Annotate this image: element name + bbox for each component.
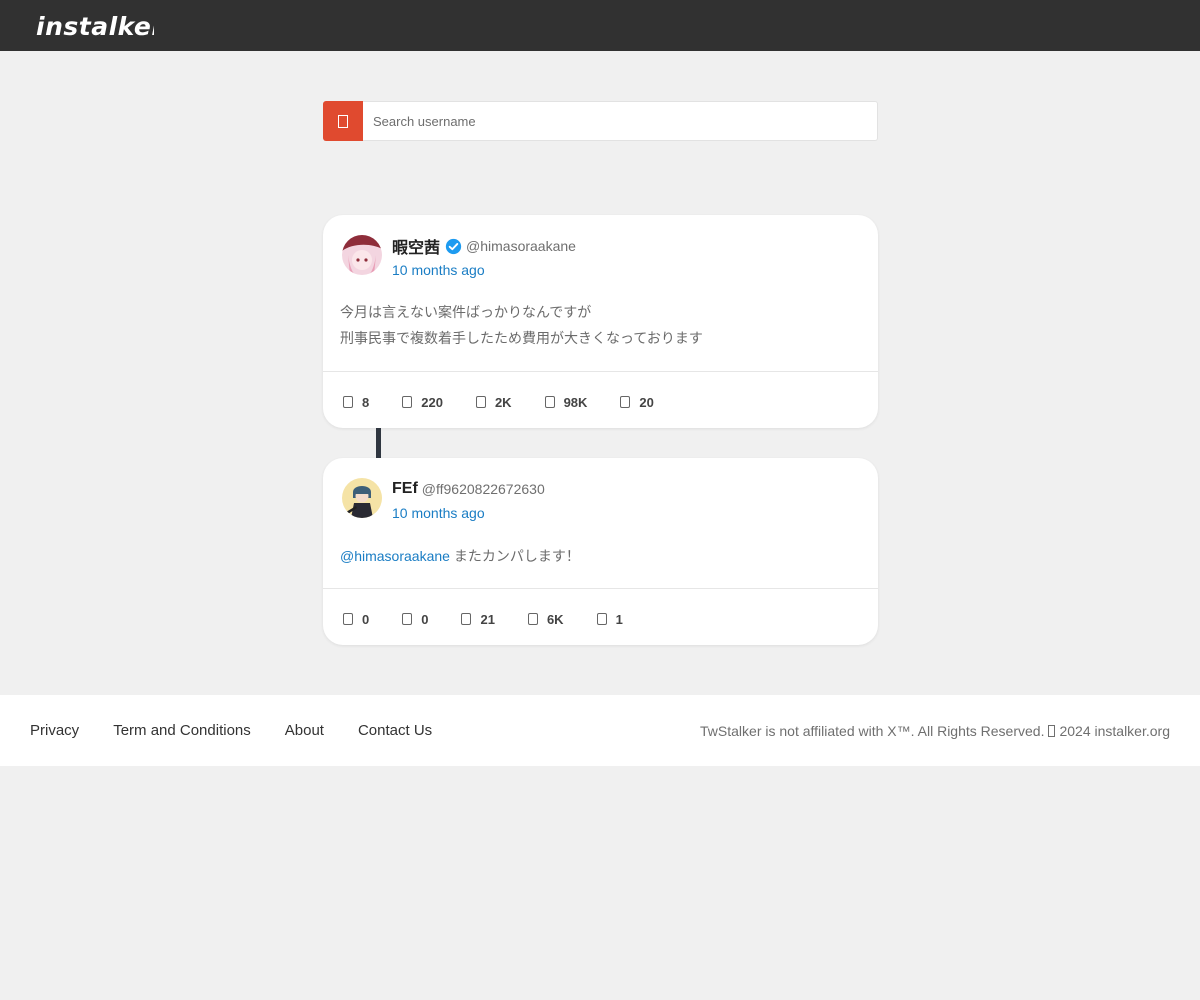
copyright-icon [1048, 725, 1056, 737]
footer-link-contact[interactable]: Contact Us [358, 722, 432, 739]
bookmark-icon [620, 396, 631, 408]
divider [323, 371, 878, 372]
tweet-text-line: 今月は言えない案件ばっかりなんですが [340, 304, 592, 320]
thread-connector [376, 428, 381, 458]
stat-bookmarks[interactable]: 20 [620, 394, 654, 410]
avatar[interactable] [342, 235, 382, 275]
mention-link[interactable]: @himasoraakane [340, 548, 450, 564]
tweet-text-line: 刑事民事で複数着手したため費用が大きくなっております [340, 330, 703, 346]
stat-value: 0 [362, 611, 370, 627]
stat-retweets[interactable]: 220 [402, 395, 443, 410]
logo[interactable]: instalker [28, 12, 154, 40]
copyright-year: 2024 instalker.org [1059, 723, 1170, 739]
like-icon [475, 396, 486, 408]
search-input[interactable] [363, 101, 878, 141]
divider [323, 588, 878, 589]
tweet-card: 暇空茜 @himasoraakane 10 months ago 今月は言えない… [323, 215, 878, 428]
top-bar: instalker [0, 0, 1200, 51]
copyright-notice: TwStalker is not affiliated with X™. All… [700, 723, 1170, 739]
footer-link-terms[interactable]: Term and Conditions [113, 722, 251, 739]
tweet-text: @himasoraakane またカンパします！ [340, 543, 580, 569]
copyright-text: TwStalker is not affiliated with X™. All… [700, 723, 1045, 739]
stat-value: 0 [421, 611, 429, 627]
tweet-stats: 8 220 2K 98K 20 [343, 392, 654, 412]
avatar[interactable] [342, 478, 382, 518]
author-handle[interactable]: @ff9620822672630 [422, 481, 545, 497]
author-handle[interactable]: @himasoraakane [466, 238, 576, 254]
like-icon [461, 613, 472, 625]
tweet-stats: 0 0 21 6K 1 [343, 609, 623, 629]
stat-retweets[interactable]: 0 [402, 612, 428, 627]
footer-links: Privacy Term and Conditions About Contac… [30, 722, 466, 739]
tweet-card: FEf @ff9620822672630 10 months ago @hima… [323, 458, 878, 645]
stat-views[interactable]: 6K [527, 611, 564, 627]
reply-icon [343, 396, 353, 408]
bookmark-icon [596, 613, 607, 625]
retweet-icon [402, 396, 413, 408]
tweet-timestamp[interactable]: 10 months ago [392, 262, 576, 278]
stat-likes[interactable]: 2K [475, 394, 512, 410]
tweet-timestamp[interactable]: 10 months ago [392, 505, 545, 521]
author-name[interactable]: 暇空茜 [392, 234, 440, 258]
footer-link-privacy[interactable]: Privacy [30, 722, 79, 739]
retweet-icon [402, 613, 413, 625]
tweet-text: 今月は言えない案件ばっかりなんですが 刑事民事で複数着手したため費用が大きくなっ… [340, 299, 703, 351]
search-button[interactable] [323, 101, 363, 141]
stat-value: 21 [480, 611, 495, 627]
views-icon [527, 613, 538, 625]
logo-text: instalker [36, 12, 154, 40]
stat-views[interactable]: 98K [544, 394, 588, 410]
stat-value: 2K [494, 394, 512, 410]
search-bar [323, 101, 878, 141]
footer: Privacy Term and Conditions About Contac… [0, 695, 1200, 766]
author-name[interactable]: FEf [392, 480, 418, 498]
stat-replies[interactable]: 8 [343, 395, 369, 410]
reply-icon [343, 613, 353, 625]
footer-link-about[interactable]: About [285, 722, 324, 739]
stat-value: 220 [421, 394, 443, 410]
verified-badge-icon [445, 238, 462, 254]
search-icon [338, 114, 348, 128]
stat-bookmarks[interactable]: 1 [596, 611, 623, 627]
tweet-text-content: またカンパします！ [453, 548, 580, 564]
stat-value: 1 [615, 611, 623, 627]
stat-likes[interactable]: 21 [461, 611, 495, 627]
stat-value: 98K [563, 394, 588, 410]
views-icon [544, 396, 555, 408]
stat-value: 8 [362, 394, 370, 410]
stat-replies[interactable]: 0 [343, 612, 369, 627]
stat-value: 6K [546, 611, 564, 627]
stat-value: 20 [639, 394, 654, 410]
